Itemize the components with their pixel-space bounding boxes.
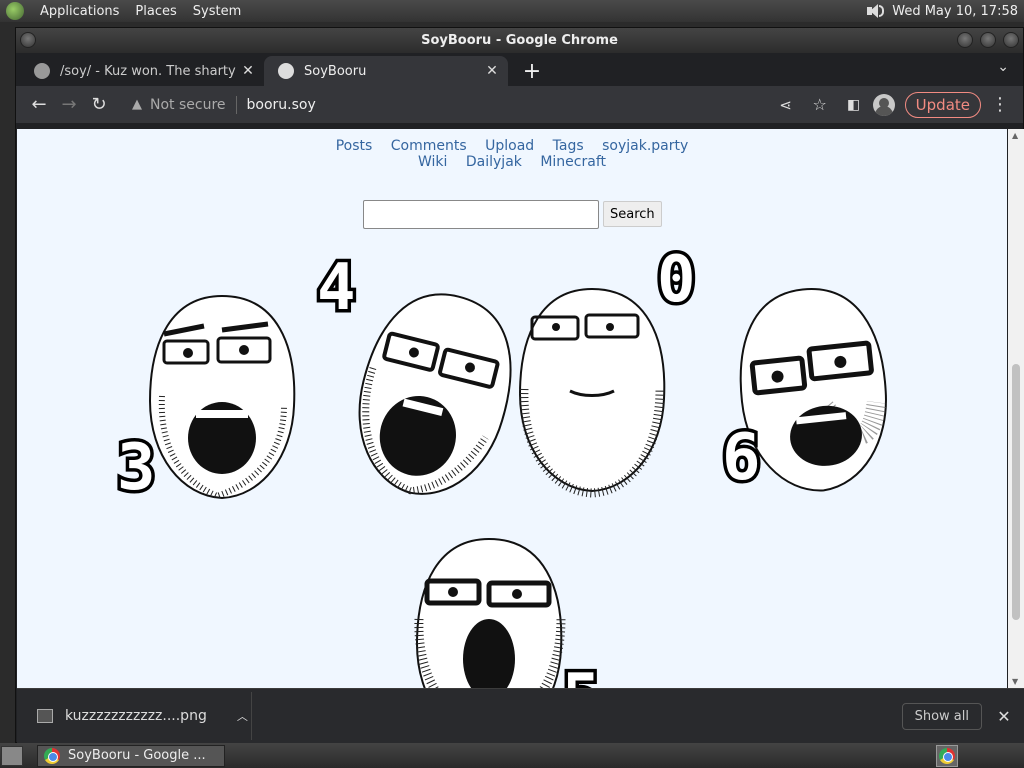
window-titlebar[interactable]: SoyBooru - Google Chrome <box>16 28 1023 53</box>
tab-strip: /soy/ - Kuz won. The sharty w ✕ SoyBooru… <box>16 53 1023 86</box>
soyjak-face-2 <box>339 278 530 512</box>
distro-logo-icon[interactable] <box>6 2 24 20</box>
counter-digit-0: 0 <box>657 243 696 317</box>
menu-system[interactable]: System <box>185 4 249 19</box>
window-title: SoyBooru - Google Chrome <box>421 33 618 48</box>
download-item[interactable]: kuzzzzzzzzzzz....png ︿ <box>17 692 252 740</box>
reload-icon[interactable]: ↻ <box>84 90 114 120</box>
taskbar-window-title: SoyBooru - Google ... <box>68 748 206 763</box>
taskbar-window-button[interactable]: SoyBooru - Google ... <box>37 744 225 767</box>
image-file-icon <box>37 709 53 723</box>
warning-triangle-icon[interactable]: ▲ <box>132 97 142 112</box>
counter-digit-4: 4 <box>317 251 356 325</box>
scroll-down-icon[interactable]: ▼ <box>1012 677 1018 686</box>
maximize-icon[interactable] <box>980 32 996 48</box>
omnibox-divider <box>235 95 237 114</box>
tab-search-chevron-icon[interactable]: ⌄ <box>997 59 1009 75</box>
page-viewport: Posts Comments Upload Tags soyjak.party … <box>17 129 1007 688</box>
tab-soybooru[interactable]: SoyBooru ✕ <box>264 56 508 86</box>
chrome-icon <box>939 747 955 764</box>
profile-avatar[interactable] <box>872 93 895 116</box>
menu-applications[interactable]: Applications <box>32 4 127 19</box>
scroll-up-icon[interactable]: ▲ <box>1012 131 1018 140</box>
counter-digit-6: 6 <box>722 421 761 495</box>
download-shelf: kuzzzzzzzzzzz....png ︿ Show all ✕ <box>17 688 1024 743</box>
tray-chrome-icon[interactable] <box>936 744 958 767</box>
soybooru-favicon-icon <box>278 63 294 79</box>
menu-places[interactable]: Places <box>127 4 184 19</box>
top-panel: Applications Places System Wed May 10, 1… <box>0 0 1024 22</box>
side-panel-icon[interactable]: ◧ <box>839 90 869 120</box>
soy-favicon-icon <box>34 63 50 79</box>
close-window-icon[interactable] <box>1003 32 1019 48</box>
url-text[interactable]: booru.soy <box>247 97 316 113</box>
security-label[interactable]: Not secure <box>150 97 226 113</box>
close-download-bar-icon[interactable]: ✕ <box>992 707 1016 726</box>
counter-digit-5: 5 <box>562 661 601 688</box>
address-bar[interactable]: ▲ Not secure booru.soy <box>120 90 760 120</box>
back-arrow-icon[interactable]: ← <box>24 90 54 120</box>
show-desktop-icon[interactable] <box>1 745 23 766</box>
tab-title: /soy/ - Kuz won. The sharty w <box>60 63 240 79</box>
forward-arrow-icon[interactable]: → <box>54 90 84 120</box>
page-scrollbar[interactable]: ▲ ▼ <box>1008 129 1024 688</box>
new-tab-plus-icon[interactable]: + <box>518 57 546 85</box>
browser-toolbar: ← → ↻ ▲ Not secure booru.soy ⋖ ☆ ◧ Updat… <box>16 86 1023 123</box>
soyjak-face-1 <box>149 295 296 500</box>
window-menu-icon[interactable] <box>20 32 36 48</box>
soyjak-face-3 <box>519 288 666 498</box>
bookmark-star-icon[interactable]: ☆ <box>805 90 835 120</box>
chevron-up-icon[interactable]: ︿ <box>237 708 248 724</box>
counter-digit-3: 3 <box>117 431 156 505</box>
share-icon[interactable]: ⋖ <box>771 90 801 120</box>
tab-soy[interactable]: /soy/ - Kuz won. The sharty w ✕ <box>20 56 264 86</box>
volume-icon[interactable] <box>866 3 885 19</box>
tab-close-icon[interactable]: ✕ <box>484 63 500 79</box>
clock[interactable]: Wed May 10, 17:58 <box>892 4 1018 19</box>
tab-close-icon[interactable]: ✕ <box>240 63 256 79</box>
tab-title: SoyBooru <box>304 63 367 79</box>
post-counter-image: 3 4 0 6 5 <box>114 240 897 688</box>
minimize-icon[interactable] <box>957 32 973 48</box>
kebab-menu-icon[interactable]: ⋮ <box>985 90 1015 120</box>
soyjak-face-5 <box>414 538 566 688</box>
taskbar: SoyBooru - Google ... <box>0 743 1024 768</box>
update-button[interactable]: Update <box>904 91 981 118</box>
download-filename[interactable]: kuzzzzzzzzzzz....png <box>65 708 207 724</box>
show-all-button[interactable]: Show all <box>901 702 982 730</box>
scrollbar-thumb[interactable] <box>1012 364 1020 620</box>
browser-window: SoyBooru - Google Chrome /soy/ - Kuz won… <box>15 27 1024 743</box>
chrome-icon <box>44 747 60 764</box>
